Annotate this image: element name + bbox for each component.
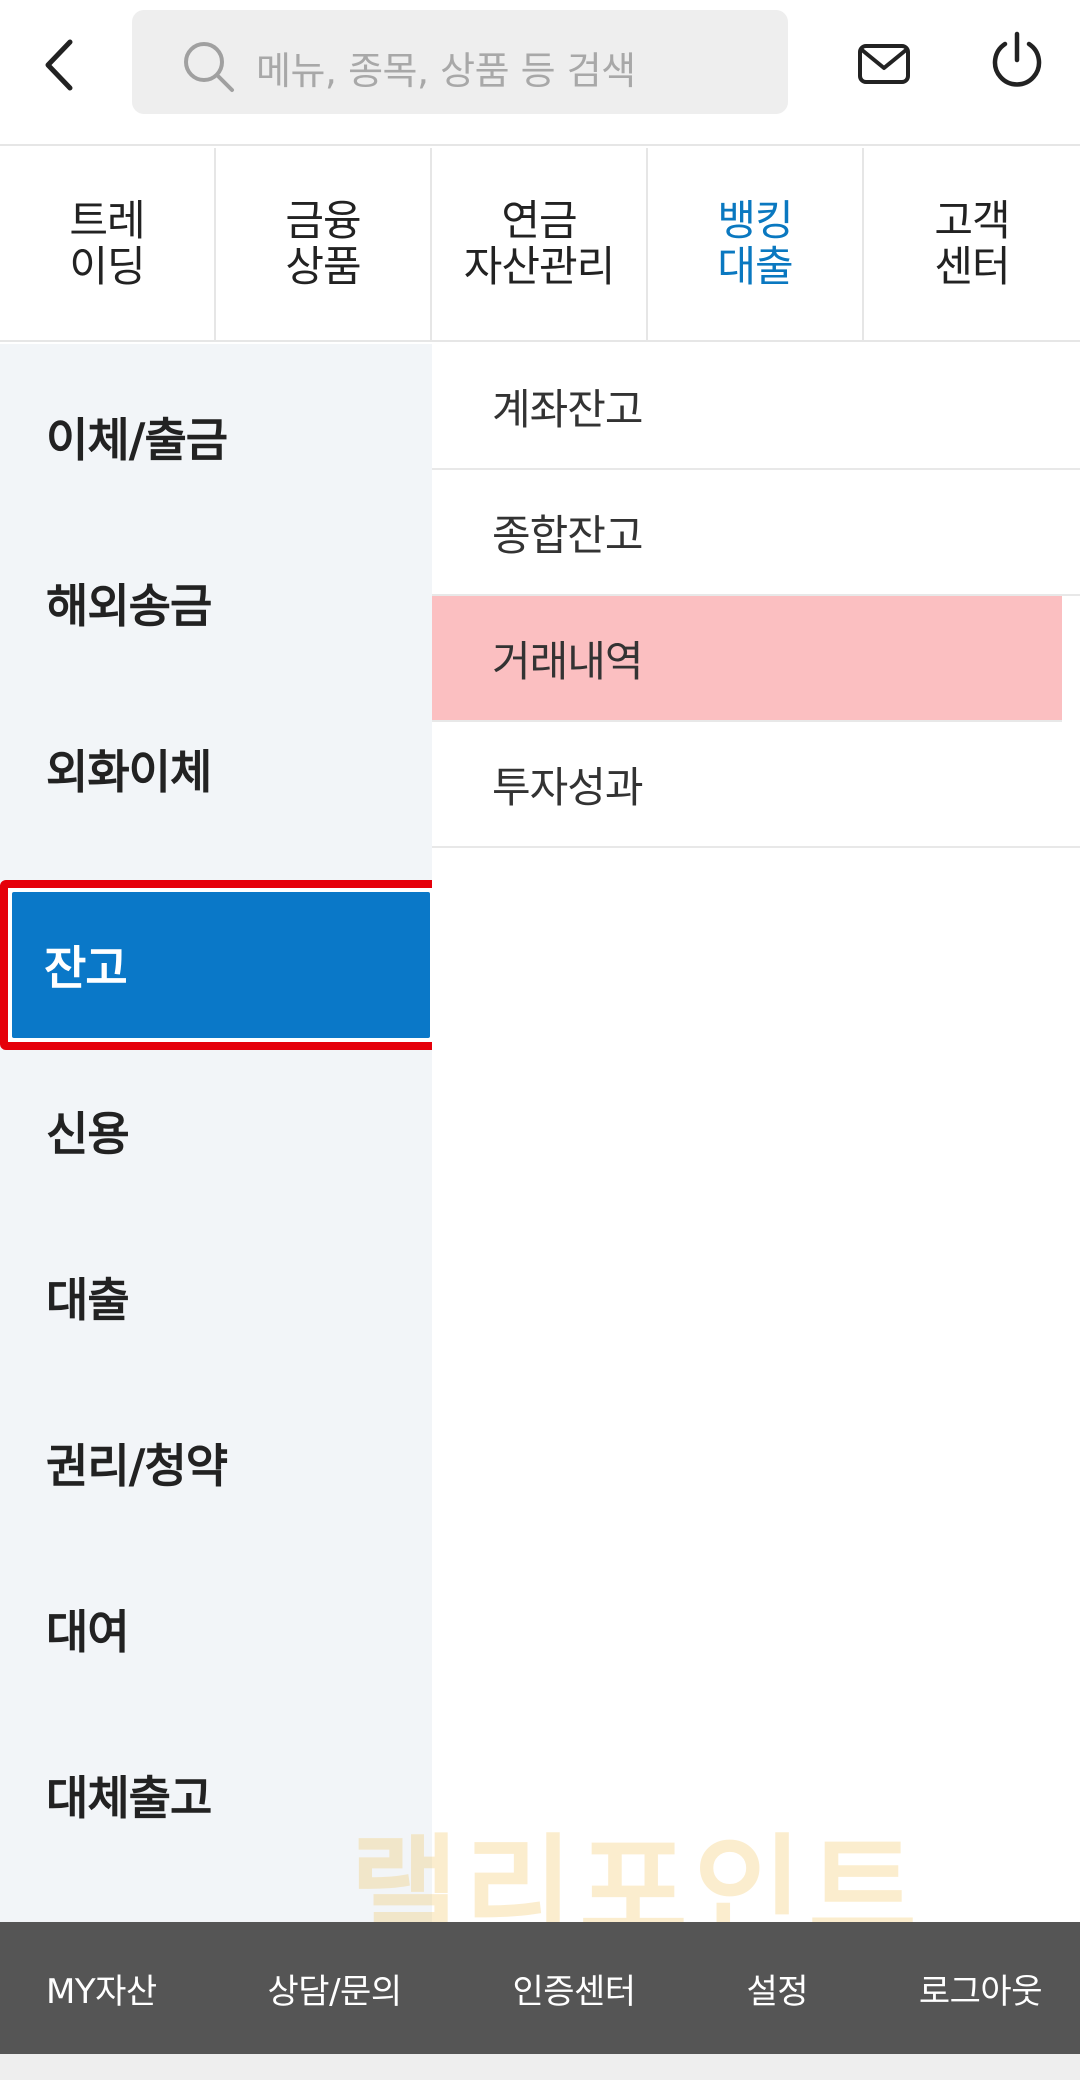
category-label: 권리/청약 — [46, 1439, 228, 1493]
tab-label: 상품 — [285, 242, 361, 291]
consultation-link[interactable]: 상담/문의 — [268, 1964, 403, 2013]
category-balance-selected: 잔고 — [12, 892, 430, 1038]
category-lending[interactable]: 대여 — [0, 1554, 432, 1704]
category-credit[interactable]: 신용 — [0, 1056, 432, 1206]
back-button[interactable] — [36, 30, 86, 100]
tab-label: 이딩 — [69, 242, 145, 291]
category-label: 해외송금 — [46, 579, 212, 633]
my-assets-link[interactable]: MY자산 — [46, 1964, 157, 2013]
system-nav-bar — [0, 2054, 1080, 2080]
category-loan[interactable]: 대출 — [0, 1222, 432, 1372]
category-label: 잔고 — [44, 941, 128, 995]
category-list: 이체/출금 해외송금 외화이체 잔고 신용 대출 권리/청약 대여 대체출고 — [0, 344, 442, 1922]
submenu-list: 계좌잔고 종합잔고 거래내역 투자성과 — [432, 344, 1080, 1922]
top-header: 메뉴, 종목, 상품 등 검색 — [0, 0, 1080, 146]
search-icon — [184, 42, 234, 92]
category-transfer[interactable]: 이체/출금 — [0, 362, 432, 512]
search-placeholder: 메뉴, 종목, 상품 등 검색 — [256, 49, 636, 93]
category-foreign-transfer[interactable]: 외화이체 — [0, 694, 432, 844]
submenu-label: 거래내역 — [492, 636, 644, 686]
category-balance[interactable]: 잔고 — [0, 880, 442, 1050]
tab-trading[interactable]: 트레 이딩 — [0, 148, 216, 340]
certification-center-link[interactable]: 인증센터 — [512, 1964, 636, 2013]
tab-label: 고객 — [934, 196, 1010, 245]
settings-link[interactable]: 설정 — [746, 1964, 808, 2013]
mail-icon — [858, 44, 910, 84]
category-label: 이체/출금 — [46, 413, 228, 467]
category-label: 신용 — [46, 1107, 130, 1161]
tab-label: 금융 — [285, 196, 361, 245]
submenu-label: 투자성과 — [492, 762, 644, 812]
mail-button[interactable] — [856, 36, 912, 92]
category-label: 외화이체 — [46, 745, 212, 799]
tab-label: 연금 — [501, 196, 577, 245]
bottom-bar: MY자산 상담/문의 인증센터 설정 로그아웃 — [0, 1922, 1080, 2054]
tab-banking-loan[interactable]: 뱅킹 대출 — [648, 148, 864, 340]
category-label: 대여 — [46, 1605, 130, 1659]
power-icon — [992, 31, 1042, 87]
search-input[interactable]: 메뉴, 종목, 상품 등 검색 — [132, 10, 788, 114]
tab-label: 트레 — [69, 196, 145, 245]
power-button[interactable] — [988, 30, 1046, 92]
back-icon — [45, 39, 73, 91]
tab-customer-center[interactable]: 고객 센터 — [864, 148, 1080, 340]
submenu-total-balance[interactable]: 종합잔고 — [432, 470, 1080, 596]
category-overseas-remittance[interactable]: 해외송금 — [0, 528, 432, 678]
category-tabs: 트레 이딩 금융 상품 연금 자산관리 뱅킹 대출 고객 센터 — [0, 148, 1080, 342]
category-rights-subscription[interactable]: 권리/청약 — [0, 1388, 432, 1538]
menu-screen: 메뉴, 종목, 상품 등 검색 트레 이딩 금융 상품 연금 자산관리 뱅킹 대… — [0, 0, 1080, 2080]
tab-label: 뱅킹 — [717, 196, 793, 245]
submenu-investment-performance[interactable]: 투자성과 — [432, 722, 1080, 848]
tab-label: 대출 — [717, 242, 793, 291]
category-label: 대출 — [46, 1273, 130, 1327]
category-label: 대체출고 — [46, 1771, 212, 1825]
tab-pension[interactable]: 연금 자산관리 — [432, 148, 648, 340]
watermark-logo: 랠리포인트 — [350, 1795, 1050, 1960]
tab-label: 센터 — [934, 242, 1010, 291]
submenu-transaction-history[interactable]: 거래내역 — [432, 596, 1062, 722]
submenu-label: 계좌잔고 — [492, 384, 644, 434]
submenu-label: 종합잔고 — [492, 510, 644, 560]
submenu-account-balance[interactable]: 계좌잔고 — [432, 344, 1080, 470]
tab-financial-products[interactable]: 금융 상품 — [216, 148, 432, 340]
logout-link[interactable]: 로그아웃 — [919, 1964, 1043, 2013]
tab-label: 자산관리 — [463, 242, 616, 291]
